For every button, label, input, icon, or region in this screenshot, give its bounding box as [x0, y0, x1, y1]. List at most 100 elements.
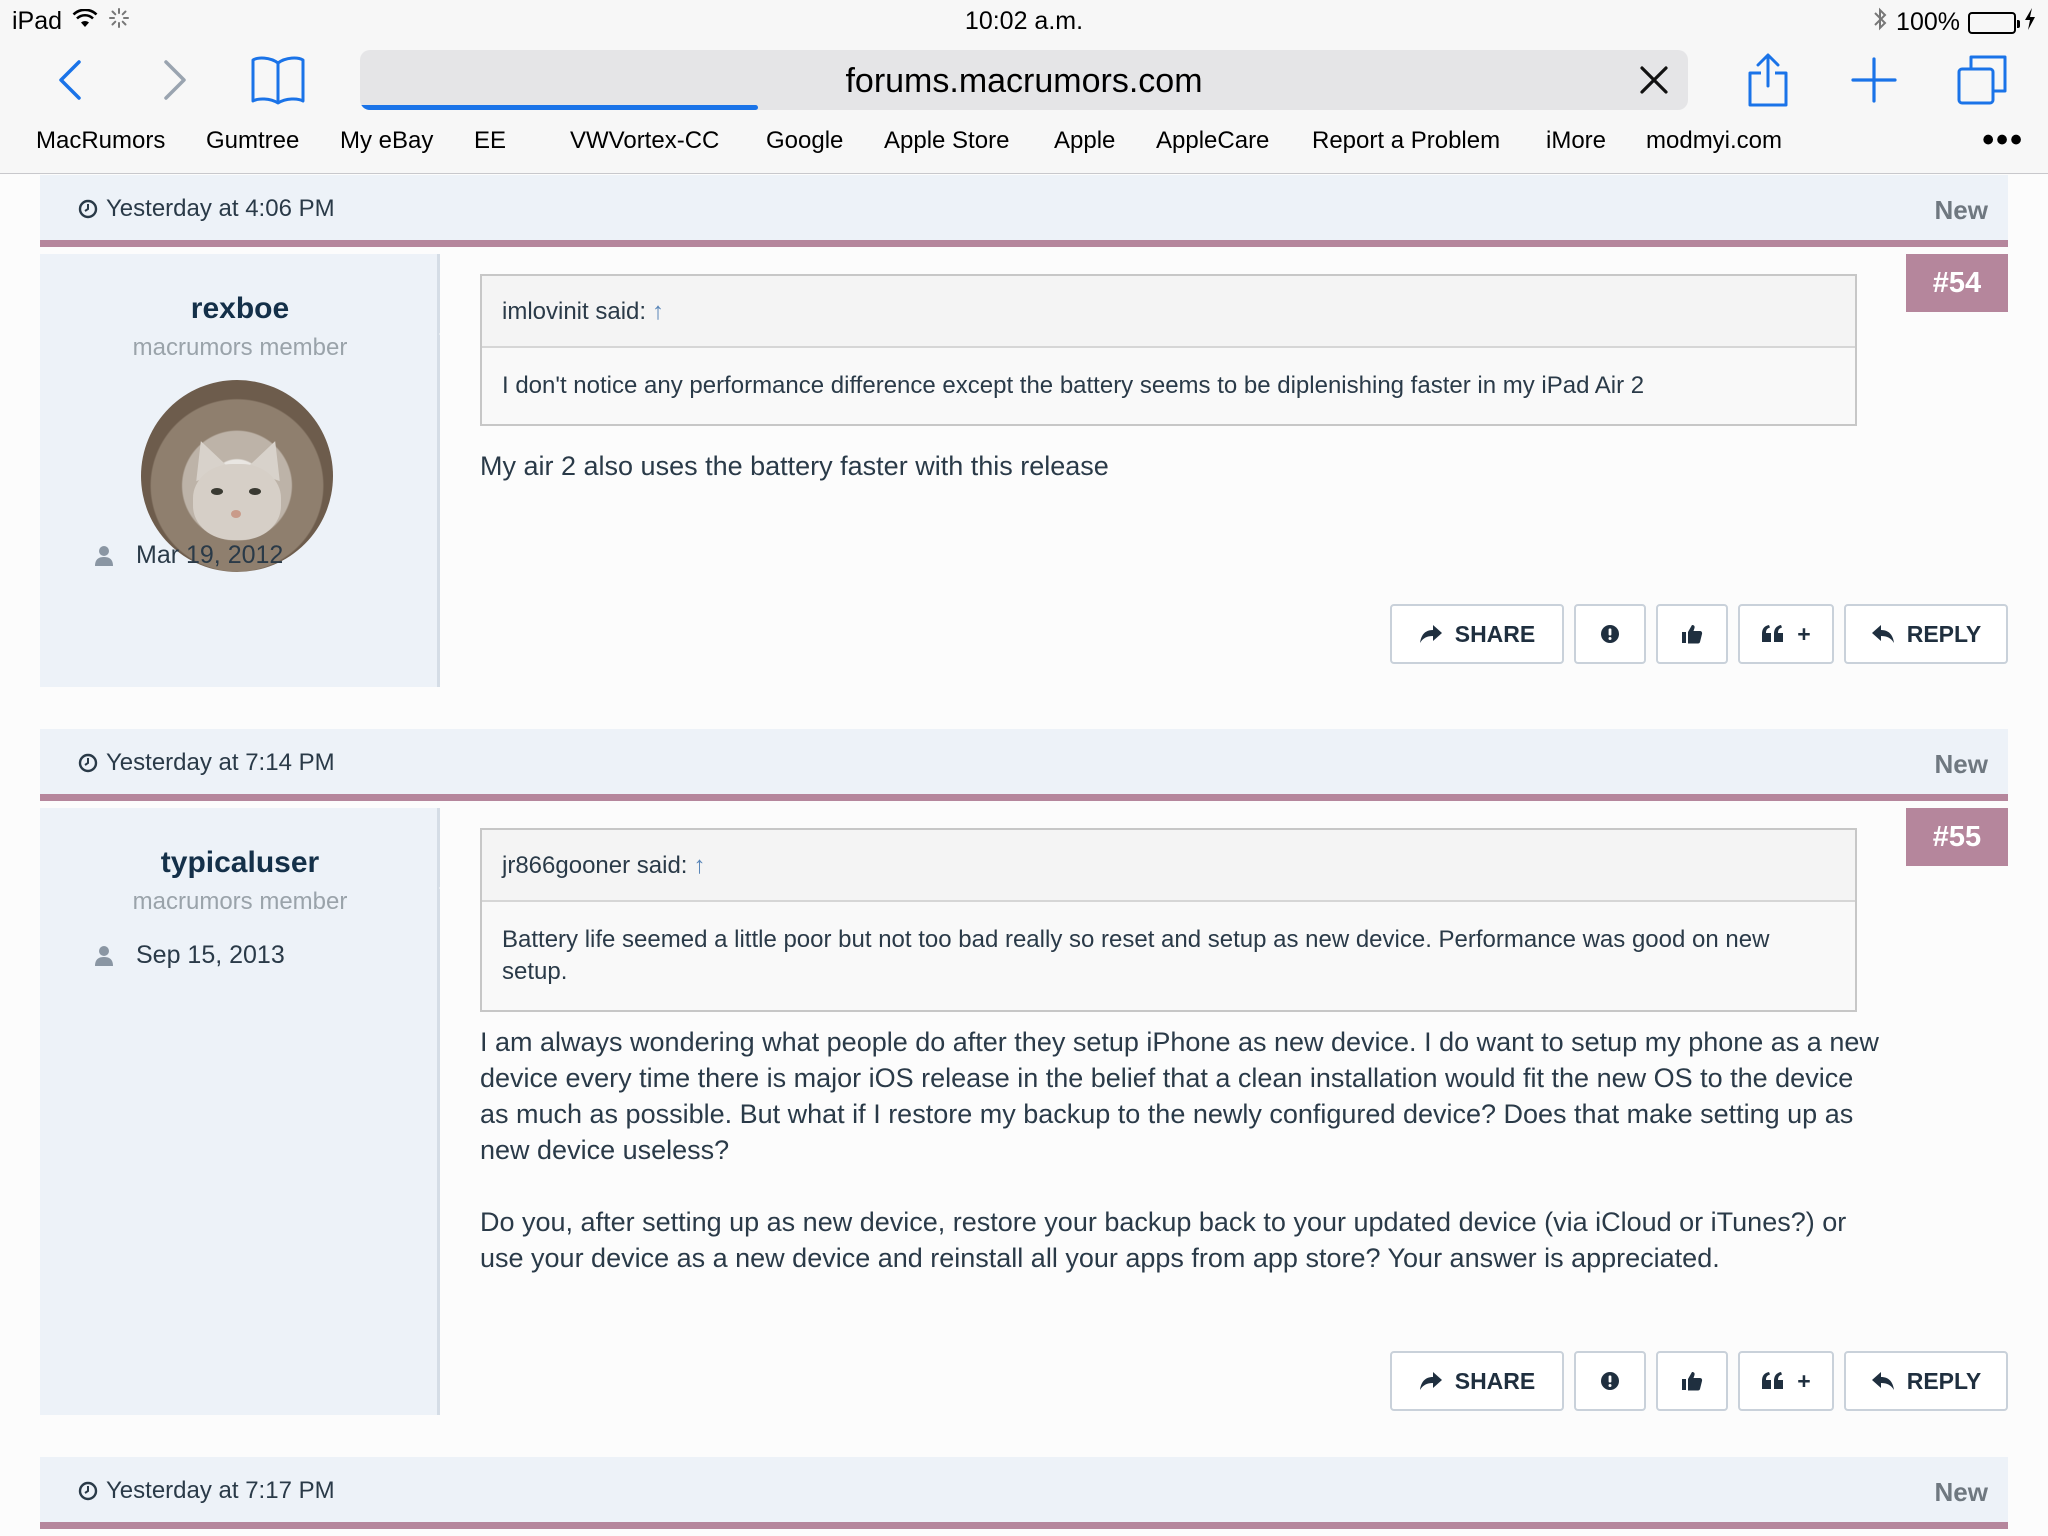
post: rexboe macrumors member Mar 19, 2012 #54… — [40, 254, 2008, 687]
post-actions: SHARE + REPLY — [1390, 1351, 2008, 1411]
bookmark-applecare[interactable]: AppleCare — [1156, 127, 1269, 155]
battery-percent: 100% — [1896, 8, 1960, 36]
charging-icon — [2024, 8, 2036, 37]
message-text: My air 2 also uses the battery faster wi… — [480, 448, 1880, 484]
reply-label: REPLY — [1906, 620, 1982, 647]
close-icon — [1640, 66, 1668, 94]
address-bar[interactable]: forums.macrumors.com — [360, 50, 1688, 110]
share-icon — [1748, 53, 1788, 107]
thread-content: Yesterday at 4:06 PM New rexboe macrumor… — [0, 175, 2048, 1536]
multi-quote-button[interactable]: + — [1738, 604, 1834, 664]
post-timestamp[interactable]: Yesterday at 7:17 PM — [106, 1477, 335, 1505]
user-title: macrumors member — [132, 888, 348, 915]
chevron-right-icon — [164, 60, 186, 100]
bookmark-gumtree[interactable]: Gumtree — [206, 127, 299, 155]
message-paragraph: I am always wondering what people do aft… — [480, 1027, 1879, 1165]
share-arrow-icon — [1419, 1372, 1442, 1390]
like-button[interactable] — [1656, 604, 1728, 664]
browser-toolbar: forums.macrumors.com — [0, 42, 2048, 117]
report-button[interactable] — [1574, 1351, 1646, 1411]
quote-block: imlovinit said: ↑ I don't notice any perf… — [480, 274, 1857, 426]
message-area: #55 jr866gooner said: ↑ Battery life seem… — [480, 808, 2008, 1415]
chevron-left-icon — [59, 60, 81, 100]
new-badge: New — [1934, 1477, 1988, 1507]
post-number-badge[interactable]: #54 — [1906, 254, 2008, 312]
bookmark-imore[interactable]: iMore — [1546, 127, 1606, 155]
bookmarks-button[interactable] — [248, 50, 308, 110]
post-timestamp[interactable]: Yesterday at 4:06 PM — [106, 195, 335, 223]
new-tab-button[interactable] — [1844, 50, 1904, 110]
share-button[interactable]: SHARE — [1390, 604, 1564, 664]
clock-icon — [78, 753, 98, 773]
user-icon — [95, 545, 113, 566]
bookmark-apple-store[interactable]: Apple Store — [884, 127, 1009, 155]
favorites-bar: MacRumors Gumtree My eBay EE VWVortex-CC… — [0, 117, 2048, 174]
forward-button[interactable] — [145, 50, 205, 110]
message-paragraph: My air 2 also uses the battery faster wi… — [480, 451, 1109, 481]
stop-loading-button[interactable] — [1634, 60, 1674, 100]
exclamation-circle-icon — [1601, 1372, 1619, 1390]
plus-icon — [1851, 57, 1897, 103]
quote-author[interactable]: jr866gooner said: — [502, 852, 687, 879]
post-number-badge[interactable]: #55 — [1906, 808, 2008, 866]
join-date: Mar 19, 2012 — [136, 541, 284, 569]
user-title: macrumors member — [132, 334, 348, 361]
post: typicaluser macrumors member Sep 15, 201… — [40, 808, 2008, 1415]
post-header: Yesterday at 7:17 PM New — [40, 1457, 2008, 1529]
bookmark-google[interactable]: Google — [766, 127, 843, 155]
arrow-up-icon[interactable]: ↑ — [652, 298, 664, 325]
quote-text: Battery life seemed a little poor but no… — [482, 902, 1855, 1010]
bookmark-vwvortex-cc[interactable]: VWVortex-CC — [570, 127, 719, 155]
more-bookmarks-icon[interactable]: ••• — [1982, 121, 2024, 160]
reply-button[interactable]: REPLY — [1844, 1351, 2008, 1411]
bookmark-modmyi[interactable]: modmyi.com — [1646, 127, 1782, 155]
quote-author[interactable]: imlovinit said: — [502, 298, 646, 325]
quote-plus-label: + — [1797, 1367, 1811, 1394]
post-header: Yesterday at 7:14 PM New — [40, 729, 2008, 801]
quote-icon — [1762, 625, 1784, 642]
share-label: SHARE — [1454, 620, 1536, 647]
quote-text: I don't notice any performance differenc… — [482, 348, 1855, 424]
quote-icon — [1762, 1372, 1784, 1389]
post-timestamp[interactable]: Yesterday at 7:14 PM — [106, 749, 335, 777]
thumbs-up-icon — [1682, 1372, 1703, 1391]
status-bar: iPad 10:02 a.m. 100% — [0, 0, 2048, 42]
bookmark-apple[interactable]: Apple — [1054, 127, 1115, 155]
arrow-up-icon[interactable]: ↑ — [693, 852, 705, 879]
thumbs-up-icon — [1682, 625, 1703, 644]
clock: 10:02 a.m. — [964, 7, 1084, 35]
share-arrow-icon — [1419, 625, 1442, 643]
clock-icon — [78, 199, 98, 219]
reply-label: REPLY — [1906, 1367, 1982, 1394]
bookmark-macrumors[interactable]: MacRumors — [36, 127, 165, 155]
page-load-progress — [360, 105, 759, 110]
share-label: SHARE — [1454, 1367, 1536, 1394]
user-icon — [95, 945, 113, 966]
username[interactable]: typicaluser — [40, 846, 440, 880]
bookmark-my-ebay[interactable]: My eBay — [340, 127, 433, 155]
user-info: rexboe macrumors member Mar 19, 2012 — [40, 254, 459, 687]
quote-plus-label: + — [1797, 620, 1811, 647]
multi-quote-button[interactable]: + — [1738, 1351, 1834, 1411]
new-badge: New — [1934, 195, 1988, 225]
reply-button[interactable]: REPLY — [1844, 604, 2008, 664]
share-page-button[interactable] — [1738, 50, 1798, 110]
new-badge: New — [1934, 749, 1988, 779]
join-date: Sep 15, 2013 — [136, 941, 285, 969]
username[interactable]: rexboe — [40, 292, 440, 326]
report-button[interactable] — [1574, 604, 1646, 664]
tabs-button[interactable] — [1952, 50, 2012, 110]
message-text: I am always wondering what people do aft… — [480, 1024, 1880, 1276]
bookmark-report-a-problem[interactable]: Report a Problem — [1312, 127, 1500, 155]
quote-block: jr866gooner said: ↑ Battery life seemed a… — [480, 828, 1857, 1012]
message-area: #54 imlovinit said: ↑ I don't notice any … — [480, 254, 2008, 687]
post-header: Yesterday at 4:06 PM New — [40, 175, 2008, 247]
back-button[interactable] — [40, 50, 100, 110]
tabs-icon — [1957, 55, 2007, 105]
bookmark-ee[interactable]: EE — [474, 127, 506, 155]
like-button[interactable] — [1656, 1351, 1728, 1411]
user-info: typicaluser macrumors member Sep 15, 201… — [40, 808, 459, 1415]
share-button[interactable]: SHARE — [1390, 1351, 1564, 1411]
bluetooth-icon — [1872, 7, 1888, 38]
book-icon — [251, 56, 305, 105]
